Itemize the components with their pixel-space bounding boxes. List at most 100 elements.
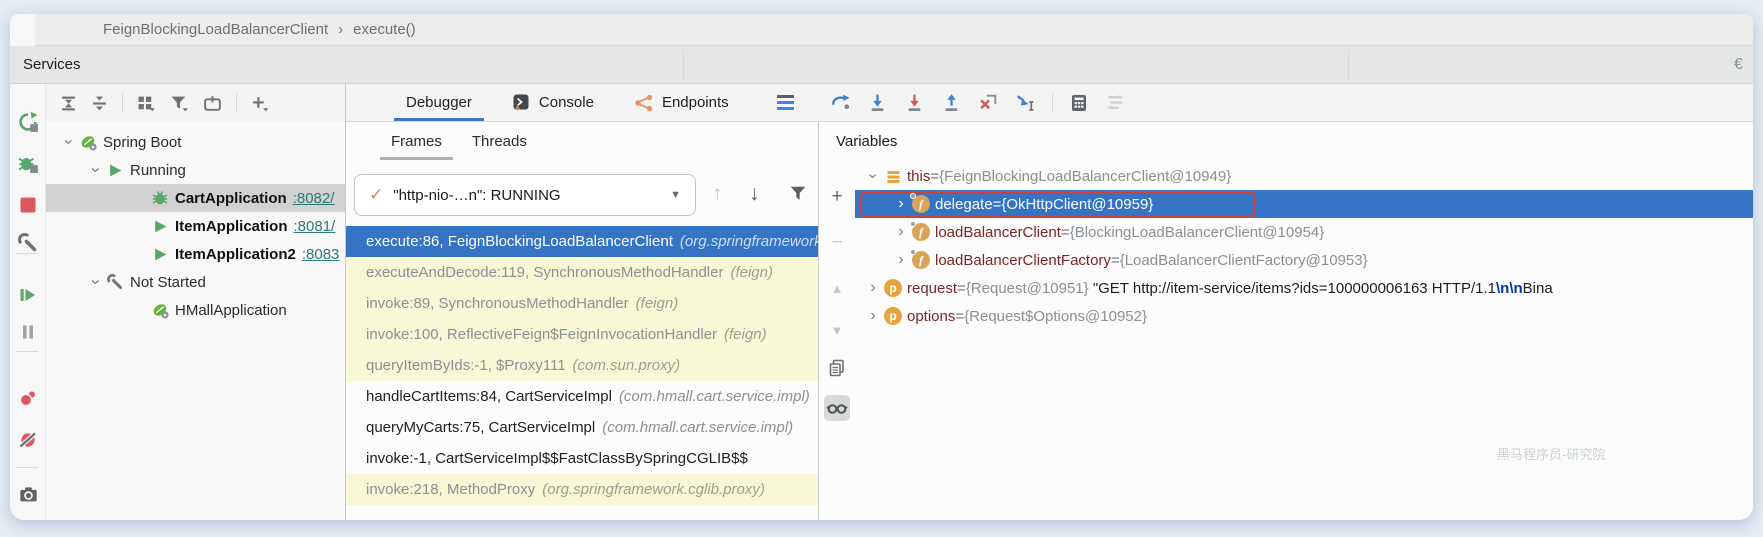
run-tool-strip (10, 84, 46, 520)
variable-name: this (907, 168, 930, 185)
mute-breakpoints-button[interactable] (16, 428, 40, 452)
variable-name: delegate (935, 196, 993, 213)
tree-node-cart-application[interactable]: CartApplication :8082/ (46, 184, 345, 212)
tree-node-item-application2[interactable]: ItemApplication2 :8083 (46, 240, 345, 268)
variable-name: loadBalancerClient (935, 224, 1061, 241)
tree-node-spring-boot[interactable]: › Spring Boot (46, 128, 345, 156)
chevron-down-icon[interactable]: › (865, 167, 881, 185)
frame-row[interactable]: invoke:218, MethodProxy(org.springframew… (346, 474, 818, 505)
chevron-down-icon: ▼ (670, 189, 681, 201)
settings-wrench-button[interactable] (16, 231, 40, 255)
drop-frame-button[interactable] (978, 92, 999, 113)
rerun-debug-button[interactable] (16, 151, 40, 175)
field-icon: f (909, 251, 933, 269)
group-by-button[interactable] (137, 95, 156, 112)
chevron-right-icon[interactable]: › (865, 307, 881, 325)
breadcrumb-method[interactable]: execute() (353, 21, 416, 38)
services-toolbar (46, 84, 345, 122)
stop-button[interactable] (16, 193, 40, 217)
header-corner-icon[interactable]: € (1734, 56, 1743, 74)
frame-row[interactable]: execute:86, FeignBlockingLoadBalancerCli… (346, 226, 818, 257)
tab-endpoints[interactable]: Endpoints (614, 84, 749, 121)
tab-threads[interactable]: Threads (457, 122, 542, 160)
tree-node-label: Running (130, 162, 186, 179)
frame-row[interactable]: invoke:-1, CartServiceImpl$$FastClassByS… (346, 443, 818, 474)
spring-boot-icon (150, 302, 170, 319)
move-watch-up-button: ▲ (824, 275, 850, 301)
variable-row-request[interactable]: › p request = {Request@10951} "GET http:… (855, 274, 1753, 302)
step-over-button[interactable] (830, 92, 851, 113)
frame-row[interactable]: handleCartItems:84, CartServiceImpl(com.… (346, 381, 818, 412)
filter-button[interactable] (170, 95, 189, 112)
divider (16, 351, 38, 352)
hide-library-frames-button[interactable] (789, 185, 807, 202)
thread-ok-icon: ✓ (369, 185, 383, 205)
run-to-cursor-button[interactable] (1015, 92, 1036, 113)
variables-title: Variables (836, 133, 897, 150)
variable-name: options (907, 308, 955, 325)
frame-row[interactable]: invoke:100, ReflectiveFeign$FeignInvocat… (346, 319, 818, 350)
chevron-right-icon[interactable]: › (893, 195, 909, 213)
variable-row-delegate[interactable]: › f delegate = {OkHttpClient@10959} (855, 190, 1753, 218)
tree-node-running[interactable]: › Running (46, 156, 345, 184)
variable-row-load-balancer-client[interactable]: › f loadBalancerClient = {BlockingLoadBa… (855, 218, 1753, 246)
rerun-button[interactable] (16, 110, 40, 134)
console-icon (512, 93, 531, 112)
view-breakpoints-button[interactable] (16, 386, 40, 410)
expand-all-button[interactable] (60, 95, 77, 112)
new-frame-button[interactable] (203, 95, 222, 112)
copy-stack-button[interactable] (824, 355, 850, 381)
step-into-button[interactable] (867, 92, 888, 113)
thread-dropdown[interactable]: ✓ "http-nio-…n": RUNNING ▼ (354, 174, 696, 216)
tree-node-not-started[interactable]: › Not Started (46, 268, 345, 296)
thread-dump-camera-button[interactable] (16, 482, 40, 506)
frame-row[interactable]: queryMyCarts:75, CartServiceImpl(com.hma… (346, 412, 818, 443)
variable-value: {Request@10951} (966, 280, 1089, 297)
add-service-button[interactable] (251, 95, 270, 112)
header-divider (1348, 50, 1349, 79)
show-watches-toggle[interactable] (824, 395, 850, 421)
step-out-button[interactable] (941, 92, 962, 113)
frame-row[interactable]: queryItemByIds:-1, $Proxy111(com.sun.pro… (346, 350, 818, 381)
frame-row[interactable]: invoke:89, SynchronousMethodHandler(feig… (346, 288, 818, 319)
frames-list: execute:86, FeignBlockingLoadBalancerCli… (346, 226, 818, 520)
variable-row-options[interactable]: › p options = {Request$Options@10952} (855, 302, 1753, 330)
force-step-into-button[interactable] (904, 92, 925, 113)
async-stacks-button-disabled (1105, 92, 1126, 113)
escape-sequence: \n\n (1496, 280, 1523, 297)
tree-node-item-application[interactable]: ItemApplication :8081/ (46, 212, 345, 240)
variable-row-load-balancer-client-factory[interactable]: › f loadBalancerClientFactory = {LoadBal… (855, 246, 1753, 274)
tab-debugger[interactable]: Debugger (386, 84, 492, 121)
divider (16, 467, 38, 468)
tab-label: Endpoints (662, 94, 729, 111)
chevron-right-icon[interactable]: › (865, 279, 881, 297)
watch-strip: + − ▲ ▼ (819, 160, 855, 520)
chevron-right-icon[interactable]: › (893, 223, 909, 241)
evaluate-expression-button[interactable] (1069, 93, 1089, 113)
port-link[interactable]: :8082/ (293, 190, 335, 207)
chevron-down-icon[interactable]: › (87, 272, 105, 292)
variable-name: request (907, 280, 957, 297)
tab-frames[interactable]: Frames (376, 122, 457, 160)
tree-node-hmall-application[interactable]: HMallApplication (46, 296, 345, 324)
frame-up-button[interactable]: ↑ (712, 182, 723, 206)
add-watch-button[interactable]: + (824, 184, 850, 210)
tab-label: Debugger (406, 94, 472, 111)
app-name: ItemApplication (175, 218, 288, 235)
port-link[interactable]: :8081/ (294, 218, 336, 235)
tab-console[interactable]: Console (492, 84, 614, 121)
endpoints-icon (634, 94, 654, 112)
layout-menu-icon[interactable] (777, 95, 794, 110)
breadcrumb-class[interactable]: FeignBlockingLoadBalancerClient (103, 21, 328, 38)
pause-button[interactable] (16, 320, 40, 344)
chevron-right-icon[interactable]: › (893, 251, 909, 269)
resume-button[interactable] (16, 283, 40, 307)
chevron-down-icon[interactable]: › (87, 160, 105, 180)
port-link[interactable]: :8083 (302, 246, 340, 263)
wrench-icon (105, 274, 125, 290)
variable-row-this[interactable]: › this = {FeignBlockingLoadBalancerClien… (855, 162, 1753, 190)
collapse-all-button[interactable] (91, 95, 108, 112)
frame-row[interactable]: executeAndDecode:119, SynchronousMethodH… (346, 257, 818, 288)
chevron-down-icon[interactable]: › (60, 132, 78, 152)
frame-down-button[interactable]: ↓ (749, 182, 760, 206)
